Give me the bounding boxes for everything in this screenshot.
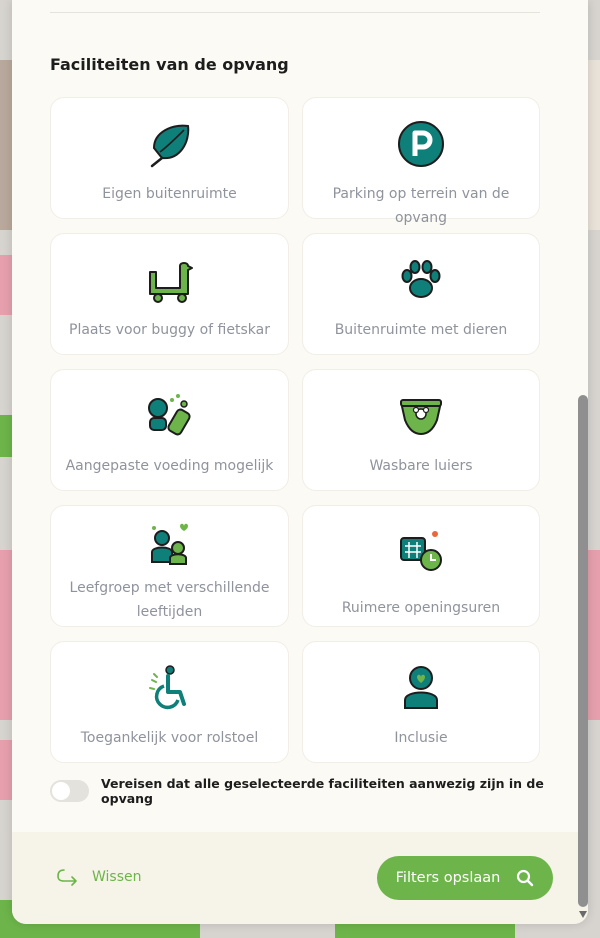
buggy-icon bbox=[144, 254, 196, 306]
facility-card-eigen-buitenruimte[interactable]: Eigen buitenruimte bbox=[50, 97, 289, 219]
baby-bottle-icon bbox=[144, 390, 196, 442]
filter-sheet: Faciliteiten van de opvang Eigen buitenr… bbox=[12, 0, 588, 924]
diaper-icon bbox=[395, 390, 447, 442]
facility-label: Aangepaste voeding mogelijk bbox=[65, 458, 274, 474]
facility-label: Parking op terrein van de opvang bbox=[332, 186, 510, 226]
paw-icon bbox=[395, 254, 447, 306]
clear-button[interactable]: Wissen bbox=[56, 868, 142, 886]
facility-card-inclusie[interactable]: Inclusie bbox=[302, 641, 540, 763]
clear-label: Wissen bbox=[92, 869, 142, 885]
facility-label: Buitenruimte met dieren bbox=[334, 322, 508, 338]
facility-label: Toegankelijk voor rolstoel bbox=[80, 730, 259, 746]
facility-card-voeding[interactable]: Aangepaste voeding mogelijk bbox=[50, 369, 289, 491]
section-title: Faciliteiten van de opvang bbox=[50, 55, 289, 74]
facility-label: Eigen buitenruimte bbox=[102, 186, 237, 202]
divider bbox=[50, 12, 540, 13]
mixed-age-group-icon bbox=[144, 518, 196, 570]
facility-label: Ruimere openingsuren bbox=[341, 600, 501, 616]
facility-card-buggy[interactable]: Plaats voor buggy of fietskar bbox=[50, 233, 289, 355]
scrollbar-thumb[interactable] bbox=[578, 395, 588, 907]
require-all-toggle[interactable] bbox=[50, 780, 90, 802]
facility-card-openingsuren[interactable]: Ruimere openingsuren bbox=[302, 505, 540, 627]
parking-icon bbox=[395, 118, 447, 170]
facilities-grid: Eigen buitenruimte Parking op terrein va… bbox=[50, 97, 540, 763]
require-all-row: Vereisen dat alle geselecteerde facilite… bbox=[50, 776, 588, 806]
save-label: Filters opslaan bbox=[395, 870, 501, 886]
person-heart-icon bbox=[395, 662, 447, 714]
leaf-icon bbox=[144, 118, 196, 170]
calendar-clock-icon bbox=[395, 526, 447, 578]
facility-label: Wasbare luiers bbox=[369, 458, 473, 474]
facility-label: Plaats voor buggy of fietskar bbox=[69, 322, 270, 338]
facility-label: Inclusie bbox=[394, 730, 448, 746]
facility-card-dieren[interactable]: Buitenruimte met dieren bbox=[302, 233, 540, 355]
toggle-knob bbox=[52, 782, 70, 800]
search-icon bbox=[517, 869, 534, 887]
facility-card-leefgroep[interactable]: Leefgroep met verschillende leeftijden bbox=[50, 505, 289, 627]
facility-card-luiers[interactable]: Wasbare luiers bbox=[302, 369, 540, 491]
scroll-down-arrow-icon[interactable] bbox=[579, 911, 587, 918]
facility-card-parking[interactable]: Parking op terrein van de opvang bbox=[302, 97, 540, 226]
return-arrow-icon bbox=[57, 869, 77, 886]
sheet-footer: Wissen Filters opslaan bbox=[12, 832, 588, 924]
facility-label: Leefgroep met verschillende leeftijden bbox=[69, 580, 270, 620]
require-all-label: Vereisen dat alle geselecteerde facilite… bbox=[101, 776, 544, 806]
wheelchair-icon bbox=[144, 662, 196, 714]
save-filters-button[interactable]: Filters opslaan bbox=[377, 856, 553, 900]
facility-card-rolstoel[interactable]: Toegankelijk voor rolstoel bbox=[50, 641, 289, 763]
